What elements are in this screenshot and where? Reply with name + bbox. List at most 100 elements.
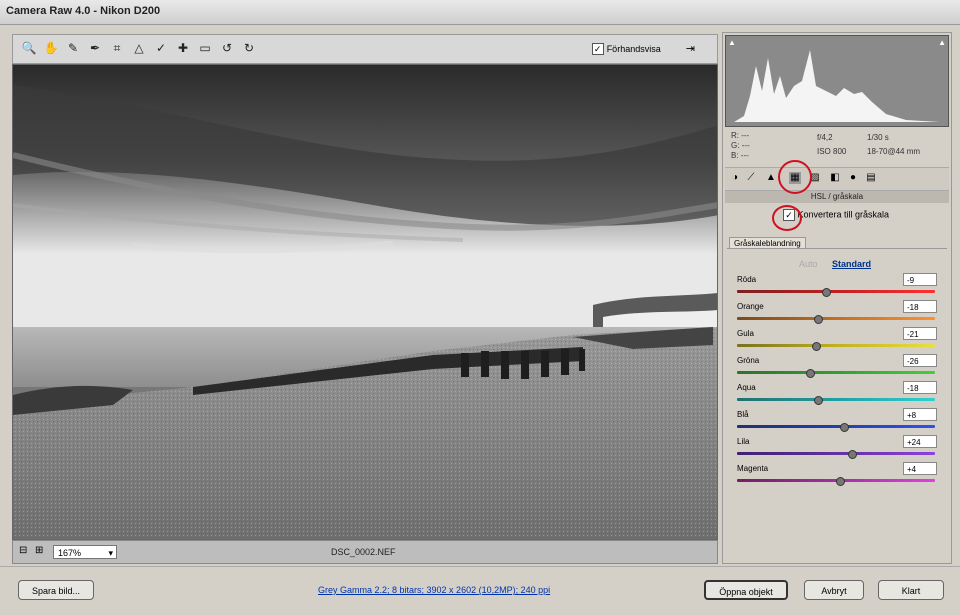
slider-value-field[interactable]: -21 (903, 327, 937, 340)
preview-toggle[interactable]: ✓ Förhandsvisa ⇥ (591, 42, 695, 56)
crop-tool-icon[interactable]: ⌗ (109, 40, 125, 56)
tab-detail-icon[interactable]: ▲ (765, 172, 777, 184)
window-title: Camera Raw 4.0 - Nikon D200 (6, 5, 161, 17)
slider-label: Magenta (737, 464, 769, 473)
hand-tool-icon[interactable]: ✋ (43, 40, 59, 56)
slider-label: Röda (737, 275, 757, 284)
section-title: HSL / gråskala (725, 191, 949, 203)
zoom-select[interactable]: 167% ▾ (53, 545, 117, 559)
slider-track[interactable] (737, 425, 935, 428)
zoom-in-icon[interactable]: ⊞ (35, 545, 43, 556)
slider-thumb[interactable] (812, 342, 822, 351)
slider-value-field[interactable]: -9 (903, 273, 937, 286)
color-sampler-tool-icon[interactable]: ✒ (87, 40, 103, 56)
slider-thumb[interactable] (806, 369, 816, 378)
slider-track[interactable] (737, 290, 935, 293)
status-bar: ⊟ ⊞ 167% ▾ DSC_0002.NEF (12, 540, 718, 564)
slider-thumb[interactable] (847, 450, 857, 459)
r-value: R: --- (731, 131, 750, 140)
slider-lila: Lila +24 (735, 435, 941, 463)
g-value: G: --- (731, 141, 750, 150)
tab-presets-icon[interactable]: ▤ (865, 172, 877, 184)
slider-gröna: Gröna -26 (735, 354, 941, 382)
fullscreen-icon[interactable]: ⇥ (686, 43, 695, 55)
retouch-tool-icon[interactable]: ✓ (153, 40, 169, 56)
rotate-left-icon[interactable]: ↺ (219, 40, 235, 56)
slider-magenta: Magenta +4 (735, 462, 941, 490)
pixel-info: R: --- G: --- B: --- f/4,2 1/30 s ISO 80… (731, 131, 945, 161)
aperture: f/4,2 (817, 133, 833, 142)
red-eye-tool-icon[interactable]: ✚ (175, 40, 191, 56)
image-preview[interactable] (12, 64, 718, 540)
slider-label: Lila (737, 437, 750, 446)
histogram-graph (734, 50, 940, 122)
file-name: DSC_0002.NEF (331, 547, 396, 557)
auto-link[interactable]: Auto (799, 259, 818, 269)
bottom-bar: Spara bild... Grey Gamma 2.2; 8 bitars; … (0, 566, 960, 615)
title-bar: Camera Raw 4.0 - Nikon D200 (0, 0, 960, 25)
preview-label: Förhandsvisa (606, 44, 661, 54)
tab-tone-curve-icon[interactable]: ⟋ (745, 172, 757, 184)
slider-label: Aqua (737, 383, 756, 392)
divider (727, 248, 947, 249)
panel-tabs: ◑ ⟋ ▲ ▦ ▨ ◧ ● ▤ (725, 167, 949, 191)
annotation-circle-tab (778, 160, 812, 194)
preset-links: Auto Standard (799, 259, 871, 269)
slider-aqua: Aqua -18 (735, 381, 941, 409)
tab-camera-calibration-icon[interactable]: ● (847, 172, 859, 184)
slider-track[interactable] (737, 317, 935, 320)
slider-thumb[interactable] (814, 396, 824, 405)
slider-gula: Gula -21 (735, 327, 941, 355)
slider-thumb[interactable] (822, 288, 832, 297)
beach-photo (13, 65, 717, 539)
slider-orange: Orange -18 (735, 300, 941, 328)
slider-track[interactable] (737, 371, 935, 374)
slider-label: Orange (737, 302, 764, 311)
chevron-down-icon: ▾ (108, 548, 113, 558)
open-object-button[interactable]: Öppna objekt (704, 580, 788, 600)
slider-value-field[interactable]: -26 (903, 354, 937, 367)
lens: 18-70@44 mm (867, 147, 921, 156)
slider-track[interactable] (737, 452, 935, 455)
default-link[interactable]: Standard (832, 259, 871, 269)
slider-track[interactable] (737, 398, 935, 401)
slider-thumb[interactable] (814, 315, 824, 324)
slider-value-field[interactable]: -18 (903, 381, 937, 394)
slider-value-field[interactable]: +24 (903, 435, 937, 448)
annotation-circle-checkbox (772, 205, 802, 231)
rotate-right-icon[interactable]: ↻ (241, 40, 257, 56)
adjustments-panel: ▲ ▲ R: --- G: --- B: --- f/4,2 1/30 s IS… (722, 32, 952, 564)
slider-value-field[interactable]: +4 (903, 462, 937, 475)
convert-grayscale-label: Konvertera till gråskala (797, 209, 890, 220)
preview-checkbox[interactable]: ✓ (591, 43, 604, 56)
histogram: ▲ ▲ (725, 35, 949, 127)
iso: ISO 800 (817, 147, 847, 156)
toolbar: ✓ Förhandsvisa ⇥ 🔍 ✋ ✎ ✒ ⌗ △ ✓ ✚ ▭ ↺ ↻ (12, 34, 718, 64)
tab-basic-icon[interactable]: ◑ (729, 172, 741, 184)
slider-label: Gula (737, 329, 754, 338)
slider-label: Blå (737, 410, 749, 419)
save-image-button[interactable]: Spara bild... (18, 580, 94, 600)
preferences-icon[interactable]: ▭ (197, 40, 213, 56)
tab-lens-icon[interactable]: ◧ (829, 172, 841, 184)
zoom-out-icon[interactable]: ⊟ (19, 545, 27, 556)
zoom-tool-icon[interactable]: 🔍 (21, 40, 37, 56)
slider-thumb[interactable] (835, 477, 845, 486)
slider-label: Gröna (737, 356, 760, 365)
zoom-value: 167% (58, 548, 82, 558)
shadow-clip-icon[interactable]: ▲ (728, 38, 736, 47)
b-value: B: --- (731, 151, 749, 160)
shutter-speed: 1/30 s (867, 133, 889, 142)
slider-thumb[interactable] (839, 423, 849, 432)
slider-value-field[interactable]: -18 (903, 300, 937, 313)
done-button[interactable]: Klart (878, 580, 944, 600)
slider-blå: Blå +8 (735, 408, 941, 436)
slider-röda: Röda -9 (735, 273, 941, 301)
cancel-button[interactable]: Avbryt (804, 580, 864, 600)
slider-value-field[interactable]: +8 (903, 408, 937, 421)
slider-track[interactable] (737, 344, 935, 347)
straighten-tool-icon[interactable]: △ (131, 40, 147, 56)
workflow-options-link[interactable]: Grey Gamma 2.2; 8 bitars; 3902 x 2602 (1… (318, 585, 550, 595)
white-balance-tool-icon[interactable]: ✎ (65, 40, 81, 56)
highlight-clip-icon[interactable]: ▲ (938, 38, 946, 47)
